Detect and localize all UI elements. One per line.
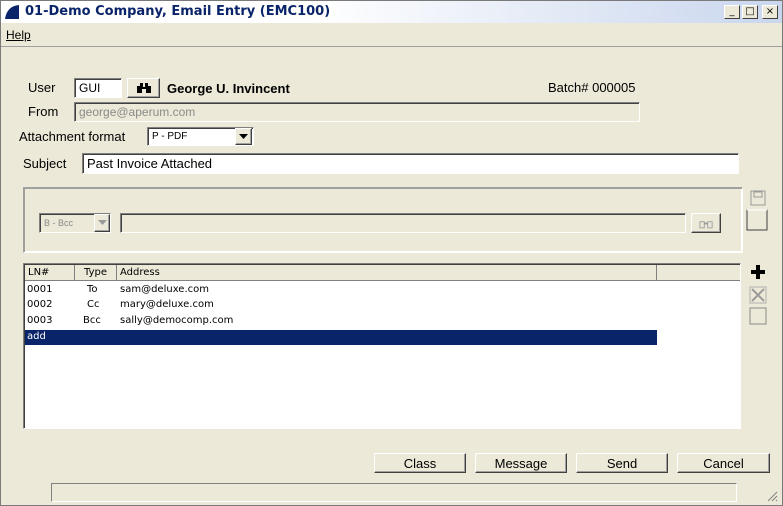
window-title: 01-Demo Company, Email Entry (EMC100)	[25, 4, 331, 19]
resize-grip-icon[interactable]	[766, 490, 778, 502]
user-lookup-button[interactable]	[127, 78, 160, 98]
send-button-label: Send	[606, 456, 638, 471]
send-button[interactable]: Send	[576, 453, 668, 473]
cancel-button-label: Cancel	[703, 456, 744, 471]
attachment-format-select[interactable]: P - PDF	[147, 127, 254, 146]
row-ln: 0003	[27, 315, 53, 326]
class-button-label: Class	[403, 456, 437, 471]
message-button[interactable]: Message	[475, 453, 567, 473]
menu-help[interactable]: Help	[6, 28, 31, 42]
user-full-name: George U. Invincent	[167, 81, 290, 96]
recipient-address-input	[120, 213, 686, 233]
row-type: Bcc	[83, 315, 101, 326]
blank-icon	[749, 307, 767, 325]
row-type: To	[87, 284, 98, 295]
chevron-down-icon	[239, 134, 248, 139]
recipient-type-dropdown	[94, 214, 110, 232]
menu-bar: Help	[1, 24, 782, 47]
app-icon	[5, 5, 19, 19]
recipient-type-value: B - Bcc	[44, 218, 74, 228]
row-address: sam@deluxe.com	[120, 284, 209, 295]
from-field: george@aperum.com	[74, 102, 640, 122]
recipient-grid[interactable]: LN# Type Address 0001 To sam@deluxe.com …	[23, 263, 741, 429]
recipient-editor-group: B - Bcc	[23, 187, 743, 253]
batch-number: Batch# 000005	[548, 80, 636, 95]
recipient-type-select: B - Bcc	[39, 213, 111, 233]
x-icon	[749, 286, 767, 304]
blank-icon	[746, 209, 768, 231]
add-row-label: add	[27, 331, 46, 342]
subject-label: Subject	[23, 156, 67, 171]
col-header-blank	[657, 265, 740, 281]
plus-icon[interactable]	[749, 263, 767, 281]
col-header-ln[interactable]: LN#	[25, 265, 75, 281]
col-header-type[interactable]: Type	[75, 265, 117, 281]
row-ln: 0002	[27, 299, 53, 310]
message-button-label: Message	[494, 456, 548, 471]
status-field	[51, 483, 737, 502]
save-disabled-icon	[750, 190, 766, 206]
attachment-format-label: Attachment format	[19, 129, 126, 144]
binoculars-icon	[136, 83, 151, 93]
user-label: User	[28, 80, 56, 95]
row-address: mary@deluxe.com	[120, 299, 214, 310]
row-ln: 0001	[27, 284, 53, 295]
address-lookup-button	[691, 213, 721, 233]
minimize-button[interactable]: _	[724, 5, 740, 19]
email-entry-window: 01-Demo Company, Email Entry (EMC100) _ …	[0, 0, 783, 506]
user-input[interactable]: GUI	[74, 78, 122, 98]
class-button[interactable]: Class	[374, 453, 466, 473]
status-bar	[1, 480, 782, 505]
cancel-button[interactable]: Cancel	[677, 453, 770, 473]
binoculars-icon	[699, 221, 713, 229]
from-label: From	[28, 104, 59, 119]
subject-input[interactable]: Past Invoice Attached	[82, 153, 739, 174]
attachment-format-value: P - PDF	[152, 131, 188, 142]
row-address: sally@democomp.com	[120, 315, 234, 326]
add-row-selected[interactable]: add	[25, 330, 657, 345]
title-bar: 01-Demo Company, Email Entry (EMC100) _ …	[1, 1, 782, 23]
col-header-address[interactable]: Address	[117, 265, 657, 281]
row-type: Cc	[87, 299, 100, 310]
maximize-button[interactable]: □	[742, 5, 758, 19]
close-button[interactable]: ×	[762, 5, 778, 19]
attachment-format-dropdown[interactable]	[235, 128, 252, 145]
chevron-down-icon	[97, 220, 107, 225]
